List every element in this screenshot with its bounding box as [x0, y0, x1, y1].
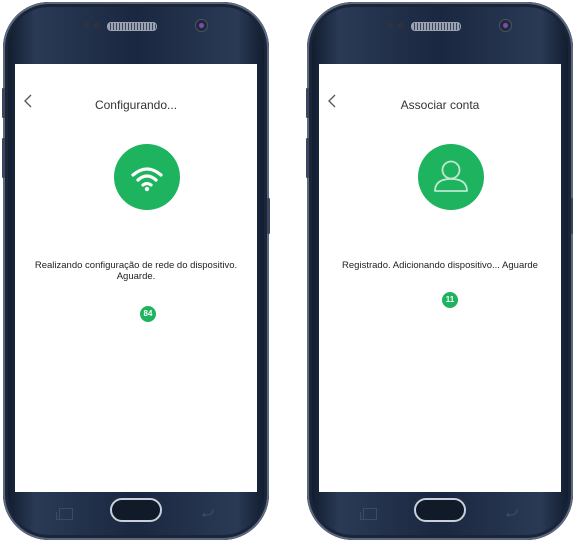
page-title: Configurando... [94, 98, 178, 112]
earpiece-speaker [411, 22, 461, 31]
back-arrow-icon[interactable] [505, 507, 519, 519]
volume-button [306, 88, 309, 118]
app-screen: Configurando... Realizando configuração … [15, 64, 257, 492]
home-button[interactable] [110, 498, 162, 522]
wifi-icon [131, 167, 163, 192]
status-circle [418, 144, 484, 210]
volume-button [2, 138, 5, 178]
volume-button [2, 88, 5, 118]
power-button [267, 198, 270, 234]
countdown-badge: 84 [140, 306, 156, 322]
phone-left: Configurando... Realizando configuração … [2, 2, 270, 540]
front-camera [499, 19, 512, 32]
user-icon [434, 160, 468, 192]
earpiece-speaker [107, 22, 157, 31]
status-circle [114, 144, 180, 210]
recent-apps-icon[interactable] [56, 508, 73, 520]
status-message: Registrado. Adicionando dispositivo... A… [342, 260, 538, 271]
sensor [397, 22, 404, 29]
sensor [83, 22, 90, 29]
sensor [93, 22, 100, 29]
app-screen: Associar conta Registrado. Adicionando d… [319, 64, 561, 492]
status-message: Realizando configuração de rede do dispo… [34, 260, 238, 282]
recent-apps-icon[interactable] [360, 508, 377, 520]
back-arrow-icon[interactable] [201, 507, 215, 519]
nav-bar [337, 496, 543, 536]
front-camera [195, 19, 208, 32]
home-button[interactable] [414, 498, 466, 522]
sensor [387, 22, 394, 29]
volume-button [306, 138, 309, 178]
countdown-badge: 11 [442, 292, 458, 308]
nav-bar [33, 496, 239, 536]
page-title: Associar conta [400, 98, 480, 112]
phone-right: Associar conta Registrado. Adicionando d… [306, 2, 573, 540]
